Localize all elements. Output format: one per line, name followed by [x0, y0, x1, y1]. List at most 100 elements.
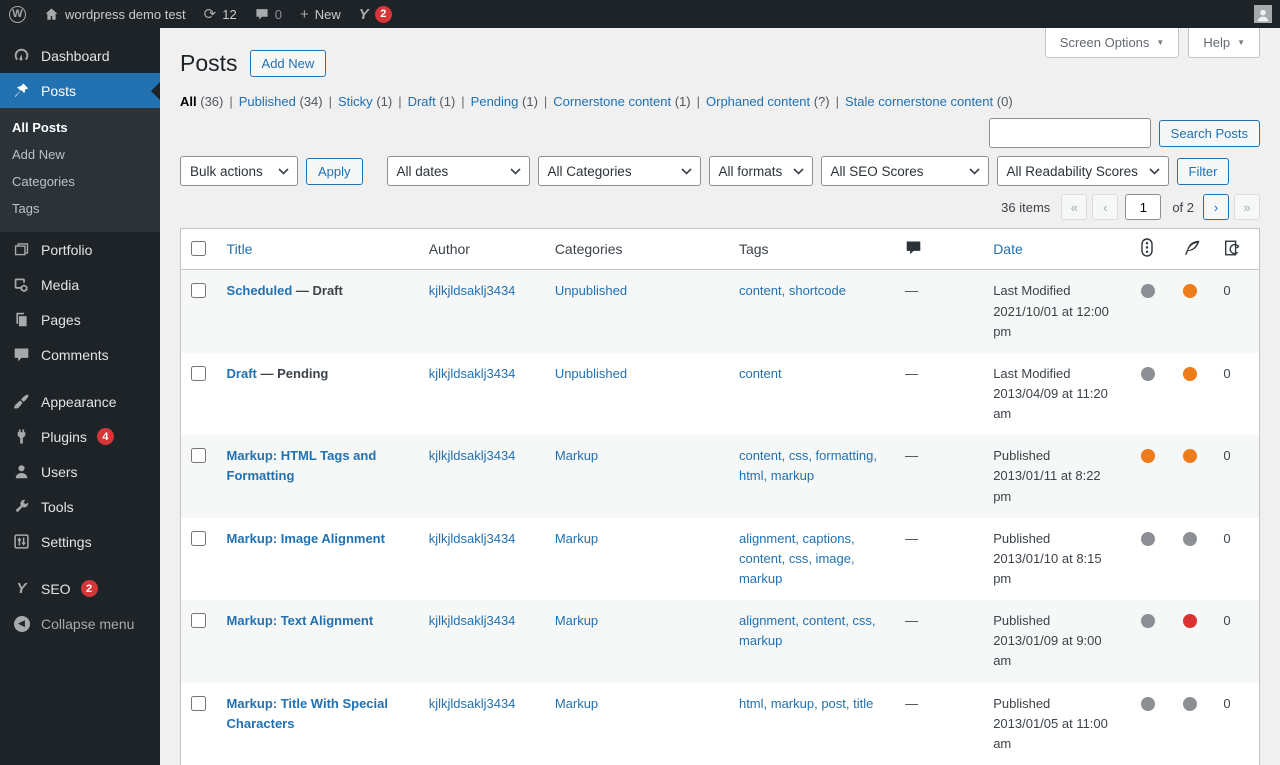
site-name-menu[interactable]: wordpress demo test — [35, 0, 195, 28]
sidebar-item-plugins[interactable]: Plugins 4 — [0, 419, 160, 454]
formats-filter-select[interactable]: All formats — [709, 156, 813, 186]
readability-score-dot — [1183, 532, 1197, 546]
tag-links[interactable]: alignment, captions, content, css, image… — [739, 531, 855, 586]
current-page-input[interactable] — [1125, 194, 1161, 220]
category-link[interactable]: Markup — [555, 448, 598, 463]
view-pending[interactable]: Pending — [471, 94, 519, 109]
posts-submenu: All Posts Add New Categories Tags — [0, 108, 160, 232]
dates-filter-select[interactable]: All dates — [387, 156, 530, 186]
author-link[interactable]: kjlkjldsaklj3434 — [429, 448, 516, 463]
category-link[interactable]: Markup — [555, 696, 598, 711]
view-cornerstone[interactable]: Cornerstone content — [553, 94, 671, 109]
category-link[interactable]: Unpublished — [555, 283, 627, 298]
filter-button[interactable]: Filter — [1177, 158, 1230, 185]
row-checkbox[interactable] — [191, 531, 206, 546]
post-title-link[interactable]: Scheduled — [227, 283, 293, 298]
author-link[interactable]: kjlkjldsaklj3434 — [429, 283, 516, 298]
paintbrush-icon — [12, 392, 31, 411]
post-title-link[interactable]: Draft — [227, 366, 257, 381]
seo-scores-filter-select[interactable]: All SEO Scores — [821, 156, 989, 186]
last-page-button[interactable]: » — [1234, 194, 1260, 220]
view-all[interactable]: All — [180, 94, 197, 109]
author-link[interactable]: kjlkjldsaklj3434 — [429, 366, 516, 381]
search-input[interactable] — [989, 118, 1151, 148]
submenu-item-categories[interactable]: Categories — [0, 168, 160, 195]
sort-by-title[interactable]: Title — [227, 241, 253, 257]
user-icon — [12, 462, 31, 481]
comments-menu[interactable]: 0 — [246, 0, 291, 28]
author-link[interactable]: kjlkjldsaklj3434 — [429, 613, 516, 628]
apply-button[interactable]: Apply — [306, 158, 363, 185]
user-avatar[interactable] — [1254, 5, 1272, 23]
sidebar-item-comments[interactable]: Comments — [0, 337, 160, 372]
row-checkbox[interactable] — [191, 448, 206, 463]
sidebar-item-pages[interactable]: Pages — [0, 302, 160, 337]
plus-icon: + — [300, 7, 309, 22]
categories-filter-select[interactable]: All Categories — [538, 156, 701, 186]
select-all-checkbox[interactable] — [191, 241, 206, 256]
tag-links[interactable]: html, markup, post, title — [739, 696, 873, 711]
sidebar-item-portfolio[interactable]: Portfolio — [0, 232, 160, 267]
post-title-link[interactable]: Markup: Image Alignment — [227, 531, 385, 546]
tag-links[interactable]: content, css, formatting, html, markup — [739, 448, 877, 483]
updates-menu[interactable]: ⟳ 12 — [195, 0, 246, 28]
category-link[interactable]: Markup — [555, 531, 598, 546]
search-posts-button[interactable]: Search Posts — [1159, 120, 1260, 147]
sidebar-item-media[interactable]: Media — [0, 267, 160, 302]
sidebar-item-settings[interactable]: Settings — [0, 524, 160, 559]
next-page-button[interactable]: › — [1203, 194, 1229, 220]
tag-links[interactable]: content — [739, 366, 782, 381]
row-checkbox[interactable] — [191, 283, 206, 298]
submenu-item-all-posts[interactable]: All Posts — [0, 114, 160, 141]
category-link[interactable]: Markup — [555, 613, 598, 628]
author-link[interactable]: kjlkjldsaklj3434 — [429, 696, 516, 711]
sidebar-item-collapse-menu[interactable]: ◀ Collapse menu — [0, 606, 160, 641]
admin-sidebar: Dashboard Posts All Posts Add New Catego… — [0, 28, 160, 765]
chevron-down-icon — [969, 168, 980, 175]
tag-links[interactable]: alignment, content, css, markup — [739, 613, 876, 648]
post-title-link[interactable]: Markup: Text Alignment — [227, 613, 374, 628]
comments-count: — — [905, 448, 918, 463]
view-orphaned[interactable]: Orphaned content — [706, 94, 810, 109]
view-sticky[interactable]: Sticky — [338, 94, 373, 109]
dashboard-icon — [12, 46, 31, 65]
bulk-actions-select[interactable]: Bulk actions — [180, 156, 298, 186]
sidebar-item-tools[interactable]: Tools — [0, 489, 160, 524]
view-draft[interactable]: Draft — [408, 94, 436, 109]
prev-page-button[interactable]: ‹ — [1092, 194, 1118, 220]
sidebar-item-label: Collapse menu — [41, 616, 134, 632]
home-icon — [44, 7, 59, 22]
sidebar-item-label: Posts — [41, 83, 76, 99]
add-new-button[interactable]: Add New — [250, 50, 327, 77]
view-stale-cornerstone[interactable]: Stale cornerstone content — [845, 94, 993, 109]
sidebar-item-label: Dashboard — [41, 48, 110, 64]
updates-count: 12 — [222, 7, 236, 22]
sidebar-item-appearance[interactable]: Appearance — [0, 384, 160, 419]
view-published[interactable]: Published — [239, 94, 296, 109]
new-content-menu[interactable]: + New — [291, 0, 350, 28]
sidebar-item-users[interactable]: Users — [0, 454, 160, 489]
row-checkbox[interactable] — [191, 613, 206, 628]
category-link[interactable]: Unpublished — [555, 366, 627, 381]
row-checkbox[interactable] — [191, 696, 206, 711]
post-title-link[interactable]: Markup: HTML Tags and Formatting — [227, 448, 377, 483]
first-page-button[interactable]: « — [1061, 194, 1087, 220]
help-button[interactable]: Help ▼ — [1188, 28, 1260, 58]
submenu-item-tags[interactable]: Tags — [0, 195, 160, 222]
tag-links[interactable]: content, shortcode — [739, 283, 846, 298]
author-link[interactable]: kjlkjldsaklj3434 — [429, 531, 516, 546]
yoast-menu[interactable]: Y 2 — [350, 0, 401, 28]
wordpress-logo-menu[interactable]: W — [0, 0, 35, 28]
sidebar-item-seo[interactable]: Y SEO 2 — [0, 571, 160, 606]
readability-scores-filter-select[interactable]: All Readability Scores — [997, 156, 1169, 186]
main-content: Screen Options ▼ Help ▼ Posts Add New Al… — [160, 28, 1280, 765]
sidebar-item-dashboard[interactable]: Dashboard — [0, 38, 160, 73]
post-status-suffix: — Draft — [292, 283, 343, 298]
submenu-item-add-new[interactable]: Add New — [0, 141, 160, 168]
post-title-link[interactable]: Markup: Title With Special Characters — [227, 696, 388, 731]
menu-separator — [0, 559, 160, 571]
screen-options-button[interactable]: Screen Options ▼ — [1045, 28, 1180, 58]
sort-by-date[interactable]: Date — [993, 241, 1023, 257]
row-checkbox[interactable] — [191, 366, 206, 381]
sidebar-item-posts[interactable]: Posts — [0, 73, 160, 108]
